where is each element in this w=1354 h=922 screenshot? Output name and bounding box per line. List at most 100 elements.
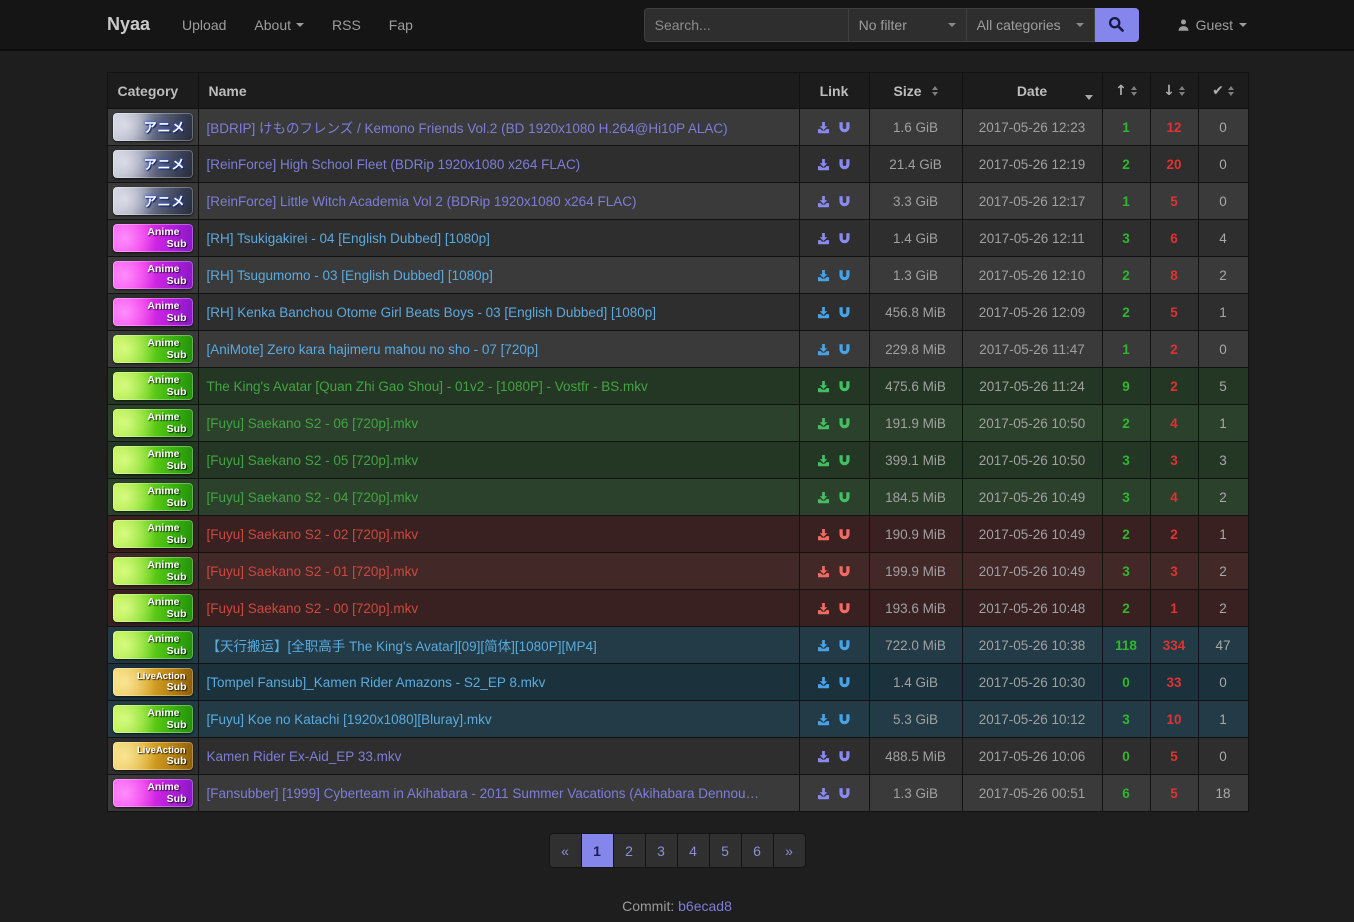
category-icon-anime-sub-green[interactable]: AnimeSub xyxy=(113,372,193,400)
torrent-name-link[interactable]: [Fuyu] Koe no Katachi [1920x1080][Bluray… xyxy=(207,712,492,727)
torrent-name-link[interactable]: [RH] Tsugumomo - 03 [English Dubbed] [10… xyxy=(207,268,493,283)
magnet-icon[interactable] xyxy=(838,528,851,541)
download-icon[interactable] xyxy=(817,713,830,726)
magnet-icon[interactable] xyxy=(838,454,851,467)
pagination-link[interactable]: 4 xyxy=(677,833,710,868)
search-button[interactable] xyxy=(1095,8,1139,42)
category-icon-anime-raw[interactable]: アニメ xyxy=(113,187,193,215)
magnet-icon[interactable] xyxy=(838,602,851,615)
category-icon-liveaction-sub[interactable]: LiveActionSub xyxy=(113,668,193,696)
header-seeders-sort[interactable]: ↑ xyxy=(1102,73,1150,109)
category-icon-anime-sub-green[interactable]: AnimeSub xyxy=(113,409,193,437)
pagination-link[interactable]: 6 xyxy=(741,833,774,868)
torrent-name-link[interactable]: [Tompel Fansub]_Kamen Rider Amazons - S2… xyxy=(207,675,546,690)
category-icon-anime-sub-magenta[interactable]: AnimeSub xyxy=(113,224,193,252)
torrent-name-link[interactable]: [Fuyu] Saekano S2 - 01 [720p].mkv xyxy=(207,564,419,579)
download-icon[interactable] xyxy=(817,454,830,467)
torrent-name-link[interactable]: [Fuyu] Saekano S2 - 06 [720p].mkv xyxy=(207,416,419,431)
magnet-icon[interactable] xyxy=(838,380,851,393)
magnet-icon[interactable] xyxy=(838,121,851,134)
download-icon[interactable] xyxy=(817,528,830,541)
magnet-icon[interactable] xyxy=(838,676,851,689)
download-icon[interactable] xyxy=(817,158,830,171)
torrent-name-link[interactable]: [Fuyu] Saekano S2 - 00 [720p].mkv xyxy=(207,601,419,616)
download-icon[interactable] xyxy=(817,269,830,282)
torrent-name-link[interactable]: [RH] Kenka Banchou Otome Girl Beats Boys… xyxy=(207,305,657,320)
download-icon[interactable] xyxy=(817,417,830,430)
torrent-name-link[interactable]: [Fuyu] Saekano S2 - 04 [720p].mkv xyxy=(207,490,419,505)
download-icon[interactable] xyxy=(817,565,830,578)
magnet-icon[interactable] xyxy=(838,639,851,652)
pagination-link[interactable]: « xyxy=(549,833,582,868)
magnet-icon[interactable] xyxy=(838,158,851,171)
download-icon[interactable] xyxy=(817,787,830,800)
torrent-name-link[interactable]: [Fuyu] Saekano S2 - 02 [720p].mkv xyxy=(207,527,419,542)
category-icon-liveaction-sub[interactable]: LiveActionSub xyxy=(113,742,193,770)
category-select[interactable]: All categories xyxy=(967,8,1095,42)
commit-hash-link[interactable]: b6ecad8 xyxy=(678,898,732,914)
magnet-icon[interactable] xyxy=(838,232,851,245)
torrent-name-link[interactable]: [Fansubber] [1999] Cyberteam in Akihabar… xyxy=(207,786,760,801)
header-leechers-sort[interactable]: ↓ xyxy=(1150,73,1198,109)
magnet-icon[interactable] xyxy=(838,491,851,504)
category-icon-anime-sub-magenta[interactable]: AnimeSub xyxy=(113,261,193,289)
category-icon-anime-sub-green[interactable]: AnimeSub xyxy=(113,446,193,474)
category-icon-anime-sub-green[interactable]: AnimeSub xyxy=(113,594,193,622)
download-icon[interactable] xyxy=(817,232,830,245)
nav-item-upload[interactable]: Upload xyxy=(168,17,240,33)
download-icon[interactable] xyxy=(817,491,830,504)
nav-item-fap[interactable]: Fap xyxy=(375,17,427,33)
torrent-name-link[interactable]: [RH] Tsukigakirei - 04 [English Dubbed] … xyxy=(207,231,490,246)
download-icon[interactable] xyxy=(817,639,830,652)
pagination-link[interactable]: 5 xyxy=(709,833,742,868)
download-icon[interactable] xyxy=(817,121,830,134)
download-icon[interactable] xyxy=(817,306,830,319)
brand-link[interactable]: Nyaa xyxy=(107,14,150,35)
search-input[interactable] xyxy=(644,8,849,42)
pagination-link[interactable]: » xyxy=(773,833,806,868)
download-icon[interactable] xyxy=(817,380,830,393)
torrent-name-link[interactable]: [Fuyu] Saekano S2 - 05 [720p].mkv xyxy=(207,453,419,468)
magnet-icon[interactable] xyxy=(838,269,851,282)
download-icon[interactable] xyxy=(817,343,830,356)
magnet-icon[interactable] xyxy=(838,417,851,430)
magnet-icon[interactable] xyxy=(838,565,851,578)
magnet-icon[interactable] xyxy=(838,713,851,726)
category-icon-anime-sub-green[interactable]: AnimeSub xyxy=(113,631,193,659)
header-completed-sort[interactable]: ✔ xyxy=(1198,73,1248,109)
torrent-name-link[interactable]: [ReinForce] Little Witch Academia Vol 2 … xyxy=(207,194,637,209)
torrent-name-link[interactable]: The King's Avatar [Quan Zhi Gao Shou] - … xyxy=(207,379,648,394)
category-icon-anime-sub-green[interactable]: AnimeSub xyxy=(113,335,193,363)
category-icon-anime-sub-green[interactable]: AnimeSub xyxy=(113,705,193,733)
category-icon-anime-sub-magenta[interactable]: AnimeSub xyxy=(113,298,193,326)
header-date-sort[interactable]: Date xyxy=(962,73,1102,109)
torrent-name-link[interactable]: [AniMote] Zero kara hajimeru mahou no sh… xyxy=(207,342,539,357)
category-icon-anime-raw[interactable]: アニメ xyxy=(113,113,193,141)
category-icon-anime-sub-magenta[interactable]: AnimeSub xyxy=(113,779,193,807)
torrent-name-link[interactable]: 【天行搬运】[全职高手 The King's Avatar][09][简体][1… xyxy=(207,639,597,654)
category-icon-anime-sub-green[interactable]: AnimeSub xyxy=(113,483,193,511)
filter-select[interactable]: No filter xyxy=(849,8,967,42)
category-icon-anime-sub-green[interactable]: AnimeSub xyxy=(113,520,193,548)
download-icon[interactable] xyxy=(817,750,830,763)
nav-item-about[interactable]: About xyxy=(240,17,318,33)
torrent-name-link[interactable]: [ReinForce] High School Fleet (BDRip 192… xyxy=(207,157,581,172)
user-menu[interactable]: Guest xyxy=(1177,17,1247,33)
pagination-link[interactable]: 3 xyxy=(645,833,678,868)
header-size-sort[interactable]: Size xyxy=(869,73,962,109)
torrent-name-link[interactable]: [BDRIP] けものフレンズ / Kemono Friends Vol.2 (… xyxy=(207,121,728,136)
torrent-name-link[interactable]: Kamen Rider Ex-Aid_EP 33.mkv xyxy=(207,749,402,764)
pagination-link[interactable]: 2 xyxy=(613,833,646,868)
download-icon[interactable] xyxy=(817,602,830,615)
magnet-icon[interactable] xyxy=(838,787,851,800)
magnet-icon[interactable] xyxy=(838,343,851,356)
download-icon[interactable] xyxy=(817,195,830,208)
nav-item-rss[interactable]: RSS xyxy=(318,17,375,33)
category-icon-anime-raw[interactable]: アニメ xyxy=(113,150,193,178)
magnet-icon[interactable] xyxy=(838,306,851,319)
download-icon[interactable] xyxy=(817,676,830,689)
magnet-icon[interactable] xyxy=(838,750,851,763)
category-icon-anime-sub-green[interactable]: AnimeSub xyxy=(113,557,193,585)
magnet-icon[interactable] xyxy=(838,195,851,208)
pagination-link[interactable]: 1 xyxy=(581,833,614,868)
